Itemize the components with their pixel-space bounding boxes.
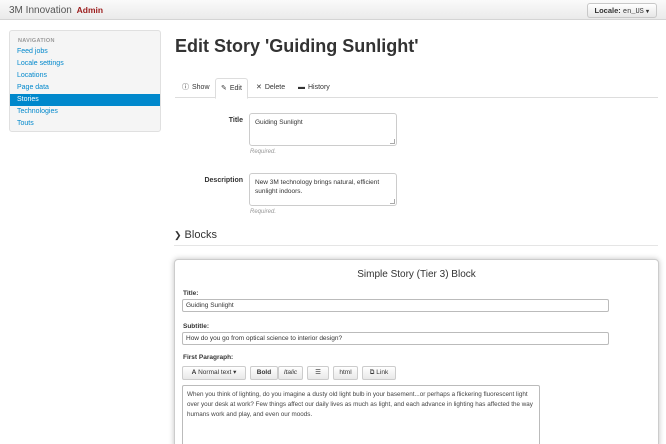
title-value: Guiding Sunlight (255, 119, 303, 126)
tab-show-label: Show (192, 84, 210, 91)
title-label: Title (228, 117, 243, 124)
locale-value: en_US (622, 8, 644, 16)
link-icon: ⧉ (369, 369, 375, 376)
tab-show[interactable]: ⓘ Show (177, 78, 215, 98)
tab-edit[interactable]: ✎ Edit (215, 78, 248, 99)
resize-handle-icon[interactable] (390, 199, 395, 204)
description-label: Description (204, 177, 243, 184)
brand-name: 3M Innovation (9, 5, 72, 16)
block-heading: Simple Story (Tier 3) Block (357, 269, 476, 280)
sidebar-item-locations[interactable]: Locations (10, 70, 160, 82)
description-help: Required. (250, 209, 277, 215)
description-value: New 3M technology brings natural, effici… (255, 179, 380, 195)
block-panel: Simple Story (Tier 3) Block Title: Guidi… (174, 259, 659, 444)
caret-down-icon: ▾ (233, 369, 237, 376)
chevron-down-icon: ❯ (174, 230, 182, 240)
locale-dropdown-button[interactable]: Locale: en_US ▾ (586, 3, 657, 18)
divider (174, 245, 658, 246)
title-textarea[interactable]: Guiding Sunlight (249, 113, 397, 146)
blocks-toggle[interactable]: ❯ Blocks (174, 229, 217, 241)
block-title-label: Title: (183, 290, 199, 297)
sidebar-item-stories[interactable]: Stories (10, 94, 160, 106)
first-paragraph-label: First Paragraph: (183, 354, 234, 361)
first-paragraph-editor[interactable]: When you think of lighting, do you imagi… (182, 385, 540, 444)
block-subtitle-label: Subtitle: (183, 323, 209, 330)
locale-label: Locale: (594, 6, 621, 15)
format-dropdown-button[interactable]: A Normal text ▾ (182, 366, 246, 380)
link-button[interactable]: ⧉ Link (362, 366, 396, 380)
sidebar-item-locale-settings[interactable]: Locale settings (10, 58, 160, 70)
sidebar-nav: NAVIGATION Feed jobs Locale settings Loc… (9, 30, 161, 132)
tab-delete-label: Delete (264, 84, 286, 91)
pencil-icon: ✎ (221, 85, 227, 92)
sidebar-item-feed-jobs[interactable]: Feed jobs (10, 46, 160, 58)
format-dropdown-label: Normal text (198, 369, 232, 376)
description-textarea[interactable]: New 3M technology brings natural, effici… (249, 173, 397, 206)
list-icon: ☰ (315, 369, 321, 376)
x-icon: ✕ (256, 84, 262, 91)
sidebar-item-page-data[interactable]: Page data (10, 82, 160, 94)
action-tabs: ⓘ Show ✎ Edit ✕ Delete ▬ History (175, 78, 658, 99)
tab-delete[interactable]: ✕ Delete (251, 78, 290, 98)
tab-history[interactable]: ▬ History (293, 78, 335, 98)
block-title-input[interactable]: Guiding Sunlight (182, 299, 609, 312)
link-button-label: Link (376, 369, 389, 376)
title-help: Required. (250, 149, 277, 155)
caret-down-icon: ▾ (645, 9, 649, 15)
italic-button[interactable]: Italic (278, 366, 303, 380)
sidebar-item-touts[interactable]: Touts (10, 118, 160, 130)
resize-handle-icon[interactable] (390, 139, 395, 144)
brand[interactable]: 3M Innovation Admin (9, 5, 103, 16)
list-button[interactable]: ☰ (307, 366, 329, 380)
tab-history-label: History (308, 84, 330, 91)
book-icon: ▬ (298, 84, 305, 91)
html-button[interactable]: html (333, 366, 358, 380)
sidebar-item-technologies[interactable]: Technologies (10, 106, 160, 118)
info-icon: ⓘ (182, 84, 189, 91)
page-title: Edit Story 'Guiding Sunlight' (175, 36, 419, 56)
top-navbar: 3M Innovation Admin Locale: en_US ▾ (0, 0, 666, 20)
bold-button[interactable]: Bold (250, 366, 278, 380)
font-icon: A (191, 369, 197, 376)
tab-edit-label: Edit (229, 85, 242, 92)
brand-admin-label: Admin (76, 5, 104, 15)
blocks-heading: Blocks (184, 229, 217, 241)
block-subtitle-input[interactable]: How do you go from optical science to in… (182, 332, 609, 345)
nav-header: NAVIGATION (18, 38, 55, 44)
